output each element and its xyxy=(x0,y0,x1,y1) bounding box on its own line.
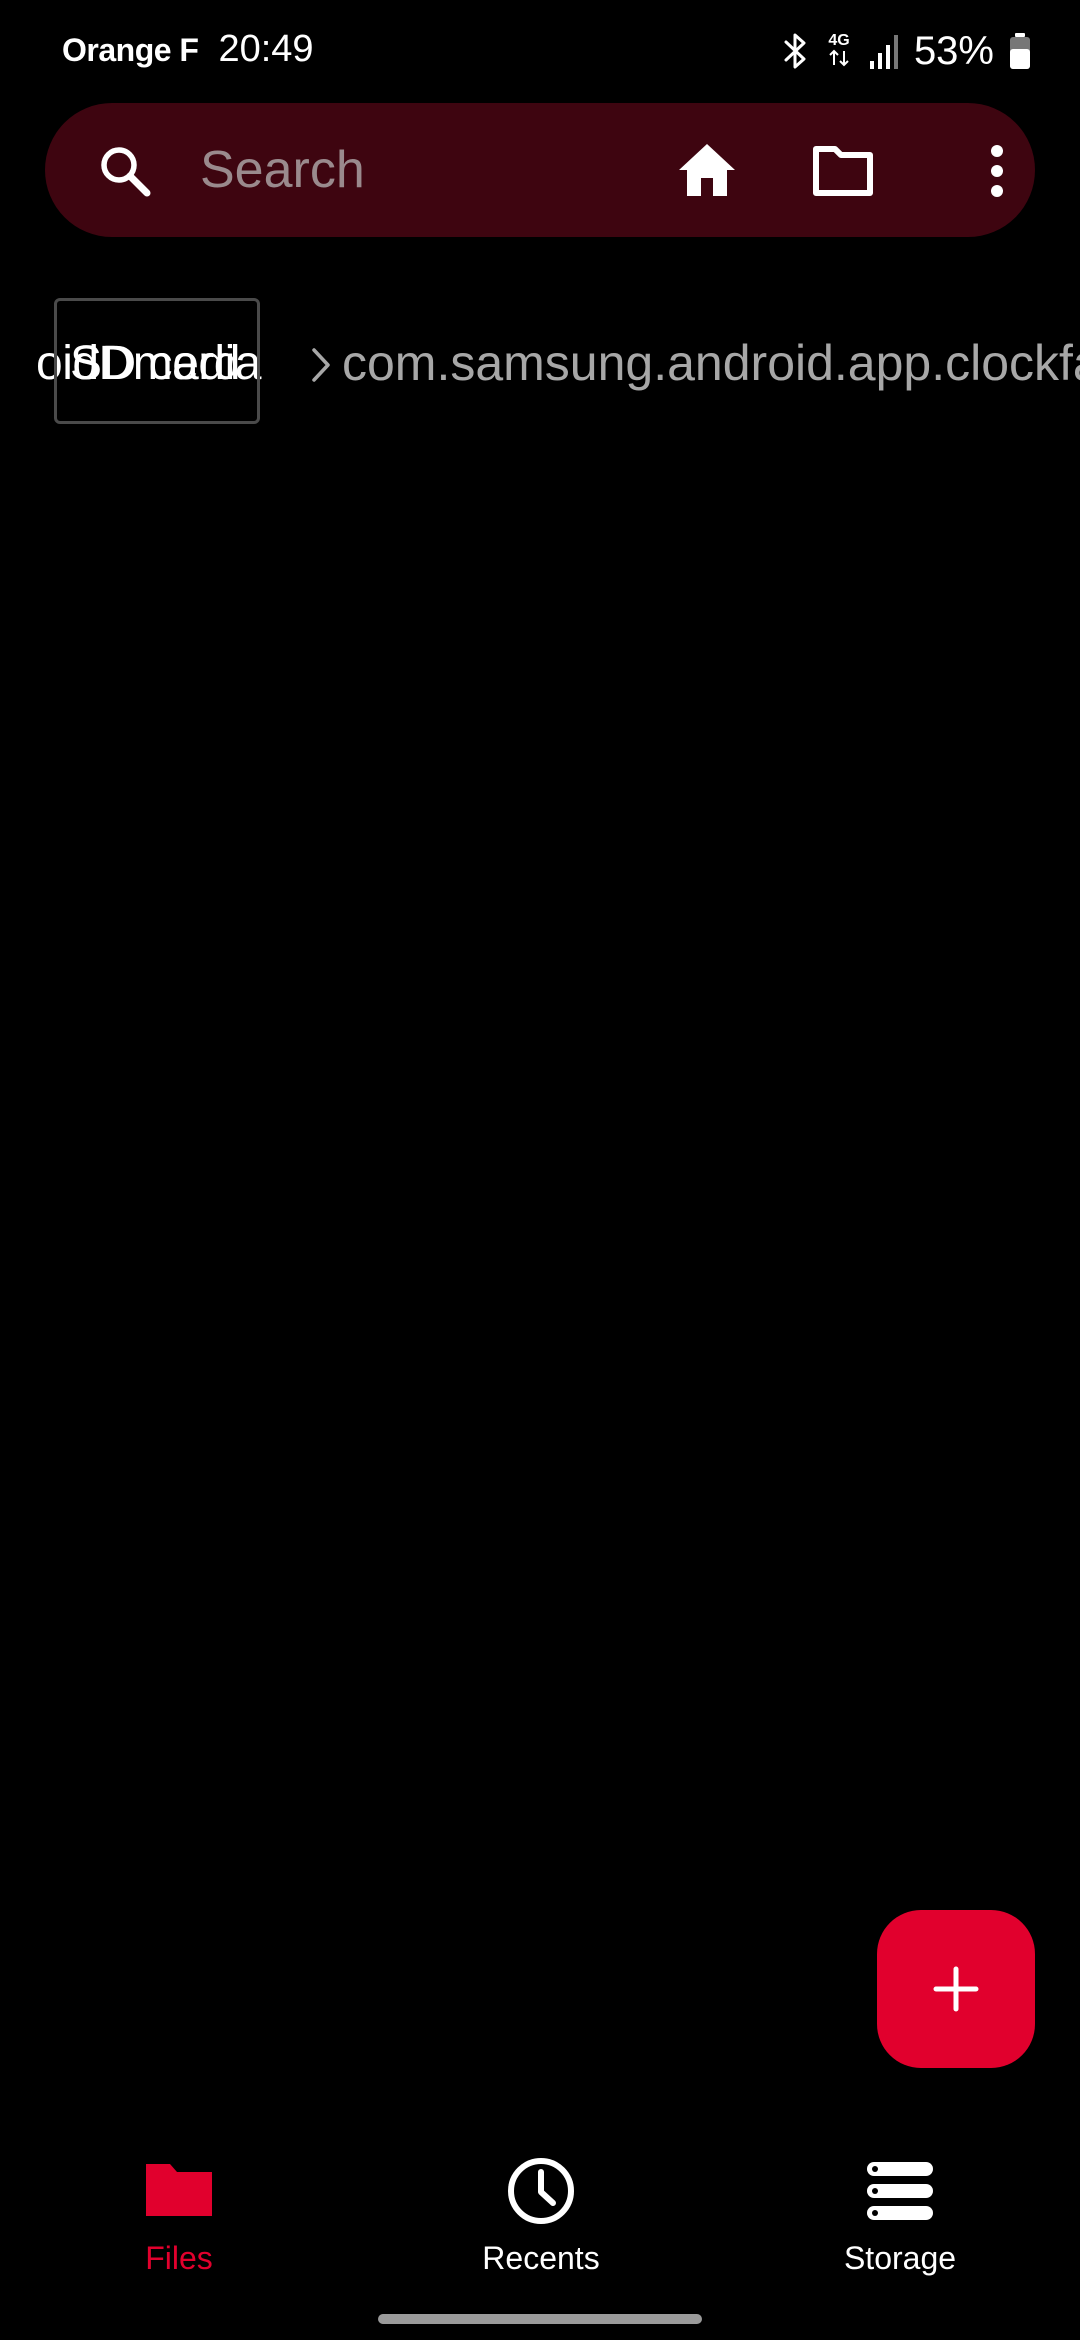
plus-icon xyxy=(933,1966,979,2012)
status-left: Orange F 20:49 xyxy=(62,28,314,71)
clock-icon xyxy=(506,2156,576,2226)
breadcrumb-current-folder[interactable]: com.samsung.android.app.clockface xyxy=(342,334,1080,392)
more-vert-icon[interactable] xyxy=(985,143,1009,199)
search-icon[interactable] xyxy=(97,143,153,199)
chevron-right-icon xyxy=(308,344,334,386)
nav-label-recents: Recents xyxy=(482,2240,600,2276)
carrier-name: Orange F xyxy=(62,32,199,68)
4g-data-icon: 4G xyxy=(824,29,854,73)
svg-text:4G: 4G xyxy=(828,32,849,49)
nav-item-recents[interactable]: Recents xyxy=(421,2140,661,2290)
bottom-nav: Files Recents Storage xyxy=(0,2140,1080,2290)
nav-label-storage: Storage xyxy=(843,2240,957,2276)
battery-percent: 53% xyxy=(913,28,994,73)
signal-icon xyxy=(868,31,900,71)
nav-item-files[interactable]: Files xyxy=(59,2140,299,2290)
folder-icon[interactable] xyxy=(811,141,875,199)
nav-item-storage[interactable]: Storage xyxy=(780,2140,1020,2290)
status-time: 20:49 xyxy=(218,28,314,70)
home-icon[interactable] xyxy=(675,138,739,202)
search-input[interactable] xyxy=(200,133,680,207)
breadcrumb: oidDmedia SD card com.samsung.android.ap… xyxy=(0,296,1080,428)
status-right: 4G 53% xyxy=(780,26,1032,76)
battery-icon xyxy=(1008,31,1032,71)
search-bar[interactable] xyxy=(45,103,1035,237)
folder-icon xyxy=(144,2156,214,2226)
nav-label-files: Files xyxy=(145,2240,213,2276)
add-button[interactable] xyxy=(877,1910,1035,2068)
storage-icon xyxy=(865,2156,935,2226)
bluetooth-icon xyxy=(780,31,810,71)
status-bar: Orange F 20:49 4G 53% xyxy=(0,0,1080,100)
breadcrumb-sd-card-label: SD card xyxy=(70,337,240,390)
home-indicator[interactable] xyxy=(378,2314,702,2324)
